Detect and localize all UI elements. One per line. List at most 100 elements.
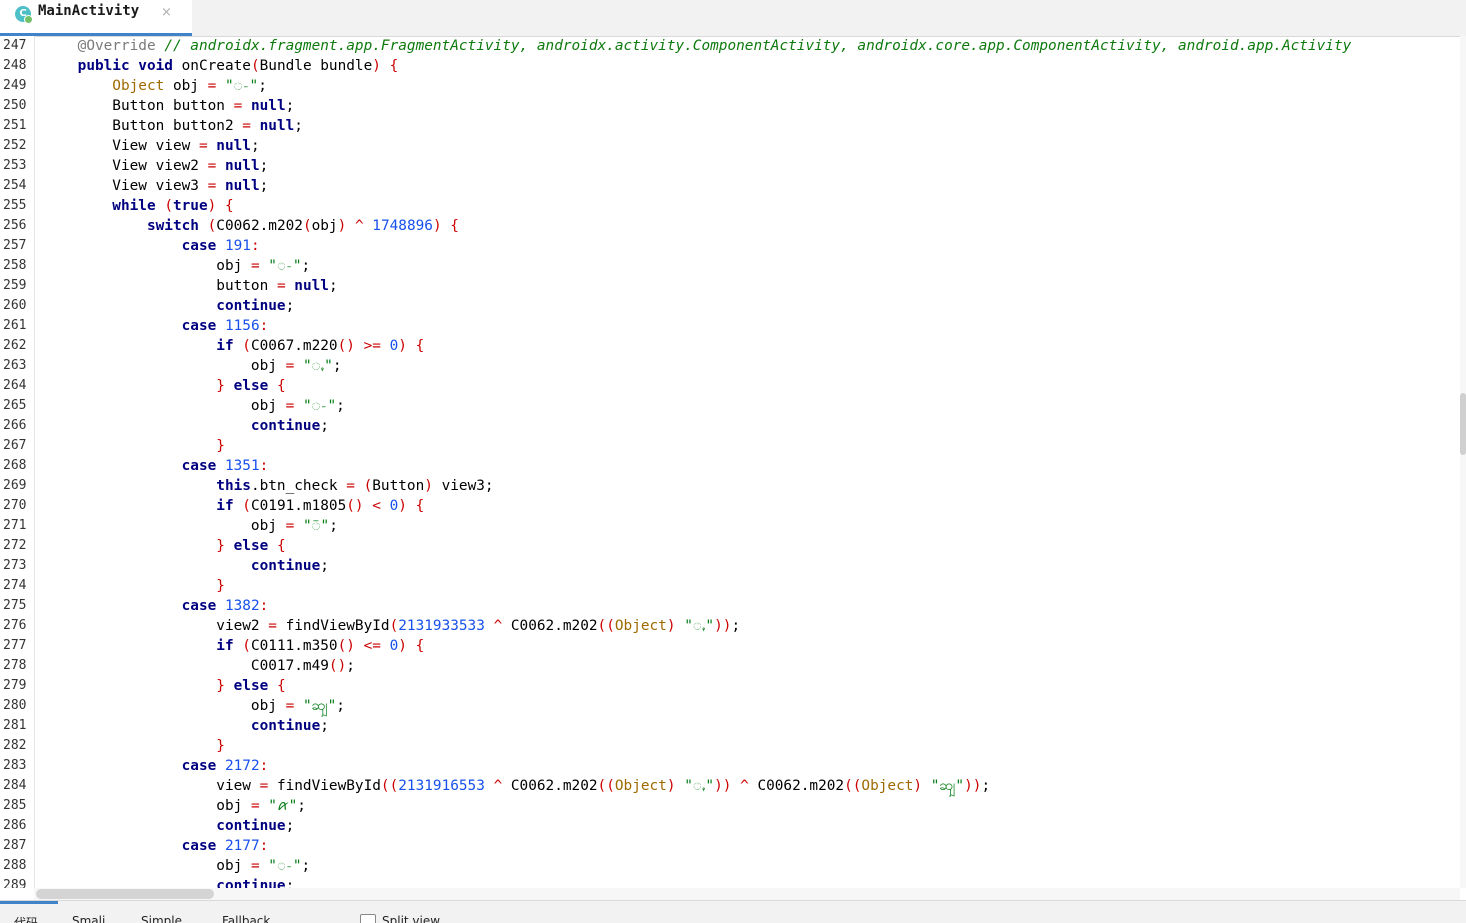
- code-line[interactable]: 271 obj = "ꩼ";: [0, 516, 1460, 536]
- line-number: 251: [3, 118, 27, 133]
- code-editor[interactable]: 247 @Override // androidx.fragment.app.F…: [0, 36, 1460, 888]
- line-number: 284: [3, 778, 27, 793]
- line-number: 253: [3, 158, 27, 173]
- code-line[interactable]: 257 case 191:: [0, 236, 1460, 256]
- code-token: ;: [731, 618, 741, 634]
- code-line[interactable]: 287 case 2177:: [0, 836, 1460, 856]
- code-token: ): [666, 778, 676, 794]
- code-line[interactable]: 252 View view = null;: [0, 136, 1460, 156]
- line-number: 260: [3, 298, 27, 313]
- code-token: "ꩽ": [268, 858, 302, 874]
- code-text: button = null;: [43, 276, 337, 296]
- code-line[interactable]: 270 if (C0191.m1805() < 0) {: [0, 496, 1460, 516]
- code-area[interactable]: 247 @Override // androidx.fragment.app.F…: [0, 36, 1460, 888]
- code-token: null: [250, 98, 286, 114]
- editor-tab-bar: C MainActivity ×: [0, 0, 1466, 37]
- code-line[interactable]: 256 switch (C0062.m202(obj) ^ 1748896) {: [0, 216, 1460, 236]
- view-mode-bar: 代码 Smali Simple Fallback Split view: [0, 900, 1466, 923]
- code-line[interactable]: 274 }: [0, 576, 1460, 596]
- code-line[interactable]: 272 } else {: [0, 536, 1460, 556]
- code-line[interactable]: 284 view = findViewById((2131916553 ^ C0…: [0, 776, 1460, 796]
- code-token: continue: [43, 418, 321, 434]
- code-line[interactable]: 279 } else {: [0, 676, 1460, 696]
- code-text: continue;: [43, 716, 329, 736]
- code-token: ;: [285, 818, 295, 834]
- code-line[interactable]: 266 continue;: [0, 416, 1460, 436]
- code-line[interactable]: 268 case 1351:: [0, 456, 1460, 476]
- code-line[interactable]: 275 case 1382:: [0, 596, 1460, 616]
- code-line[interactable]: 285 obj = "ꪁ";: [0, 796, 1460, 816]
- code-text: obj = "ꩻ";: [43, 356, 342, 376]
- code-line[interactable]: 247 @Override // androidx.fragment.app.F…: [0, 36, 1460, 56]
- vertical-scrollbar-thumb[interactable]: [1460, 393, 1466, 455]
- code-token: (: [207, 218, 217, 234]
- code-token: onCreate: [172, 58, 251, 74]
- tab-mainactivity[interactable]: C MainActivity ×: [0, 0, 192, 36]
- code-line[interactable]: 248 public void onCreate(Bundle bundle) …: [0, 56, 1460, 76]
- horizontal-scrollbar[interactable]: [34, 888, 1460, 900]
- code-line[interactable]: 251 Button button2 = null;: [0, 116, 1460, 136]
- code-line[interactable]: 288 obj = "ꩽ";: [0, 856, 1460, 876]
- code-line[interactable]: 281 continue;: [0, 716, 1460, 736]
- line-number: 287: [3, 838, 27, 853]
- code-token: "ꪁ": [268, 798, 298, 814]
- code-line[interactable]: 254 View view3 = null;: [0, 176, 1460, 196]
- code-text: Button button2 = null;: [43, 116, 303, 136]
- code-line[interactable]: 261 case 1156:: [0, 316, 1460, 336]
- code-line[interactable]: 249 Object obj = "ꩽ";: [0, 76, 1460, 96]
- vertical-scrollbar[interactable]: [1460, 36, 1466, 888]
- code-text: case 1351:: [43, 456, 269, 476]
- code-line[interactable]: 260 continue;: [0, 296, 1460, 316]
- code-line[interactable]: 267 }: [0, 436, 1460, 456]
- code-token: =: [242, 118, 251, 134]
- code-line[interactable]: 269 this.btn_check = (Button) view3;: [0, 476, 1460, 496]
- line-number: 273: [3, 558, 27, 573]
- code-text: obj = "ꪁ";: [43, 796, 306, 816]
- code-token: View view3: [43, 178, 208, 194]
- code-token: this: [43, 478, 251, 494]
- code-token: ;: [285, 298, 295, 314]
- code-line[interactable]: 280 obj = "ꩿ";: [0, 696, 1460, 716]
- horizontal-scrollbar-thumb[interactable]: [36, 889, 214, 899]
- code-token: Button button: [43, 98, 234, 114]
- code-line[interactable]: 264 } else {: [0, 376, 1460, 396]
- code-line[interactable]: 250 Button button = null;: [0, 96, 1460, 116]
- code-line[interactable]: 282 }: [0, 736, 1460, 756]
- code-line[interactable]: 273 continue;: [0, 556, 1460, 576]
- code-line[interactable]: 258 obj = "ꩽ";: [0, 256, 1460, 276]
- code-token: ^: [493, 778, 503, 794]
- code-line[interactable]: 263 obj = "ꩻ";: [0, 356, 1460, 376]
- code-token: case: [43, 238, 217, 254]
- code-line[interactable]: 277 if (C0111.m350() <= 0) {: [0, 636, 1460, 656]
- code-line[interactable]: 278 C0017.m49();: [0, 656, 1460, 676]
- code-token: ): [398, 498, 407, 514]
- code-token: obj: [43, 358, 286, 374]
- code-line[interactable]: 286 continue;: [0, 816, 1460, 836]
- code-line[interactable]: 276 view2 = findViewById(2131933533 ^ C0…: [0, 616, 1460, 636]
- code-text: @Override // androidx.fragment.app.Fragm…: [43, 36, 1352, 56]
- line-number: 267: [3, 438, 27, 453]
- code-line[interactable]: 265 obj = "ꩽ";: [0, 396, 1460, 416]
- code-token: ): [424, 478, 433, 494]
- code-line[interactable]: 283 case 2172:: [0, 756, 1460, 776]
- code-token: ): [372, 58, 381, 74]
- code-token: view2: [43, 618, 269, 634]
- code-line[interactable]: 253 View view2 = null;: [0, 156, 1460, 176]
- line-number: 247: [3, 38, 27, 53]
- code-line[interactable]: 289 continue;: [0, 876, 1460, 888]
- code-text: } else {: [43, 536, 285, 556]
- code-line[interactable]: 255 while (true) {: [0, 196, 1460, 216]
- code-line[interactable]: 262 if (C0067.m220() >= 0) {: [0, 336, 1460, 356]
- code-line[interactable]: 259 button = null;: [0, 276, 1460, 296]
- code-token: true: [172, 198, 208, 214]
- code-text: }: [43, 576, 225, 596]
- close-tab-icon[interactable]: ×: [161, 5, 172, 20]
